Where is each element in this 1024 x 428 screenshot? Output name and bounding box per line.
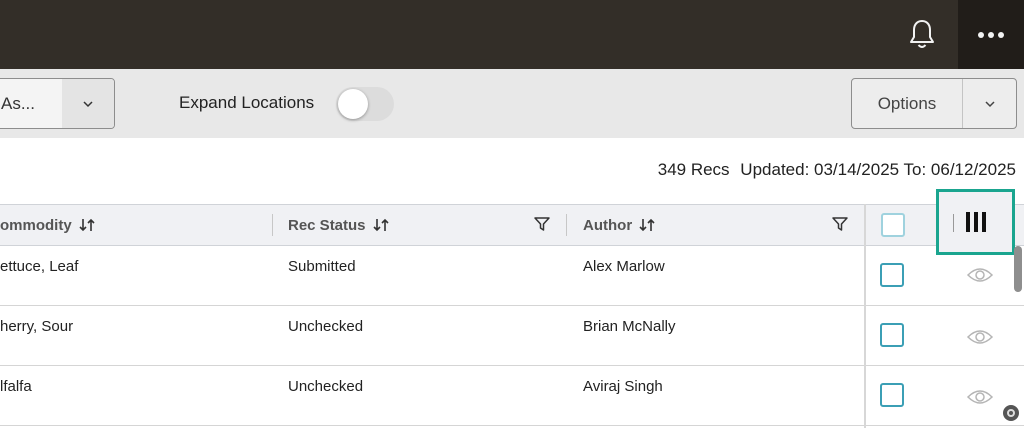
more-horizontal-icon bbox=[978, 31, 984, 38]
eye-icon[interactable] bbox=[966, 328, 994, 351]
column-header-label: Author bbox=[583, 216, 633, 234]
cell-rec-status: Unchecked bbox=[288, 318, 364, 335]
vertical-scrollbar[interactable] bbox=[1014, 246, 1022, 292]
cell-commodity: lfalfa bbox=[0, 378, 32, 395]
date-range: Updated: 03/14/2025 To: 06/12/2025 bbox=[740, 160, 1016, 179]
cell-rec-status: Submitted bbox=[288, 258, 356, 275]
toolbar: As... Expand Locations Options bbox=[0, 69, 1024, 138]
assistant-icon[interactable] bbox=[1003, 405, 1019, 421]
column-header-author[interactable]: Author bbox=[583, 205, 656, 245]
table-row[interactable]: lfalfa Unchecked Aviraj Singh bbox=[0, 366, 1024, 426]
column-header-commodity[interactable]: ommodity bbox=[0, 205, 96, 245]
pinned-column-divider bbox=[864, 204, 866, 428]
sort-icon[interactable] bbox=[638, 218, 656, 232]
chevron-down-icon[interactable] bbox=[62, 79, 114, 128]
cell-author: Brian McNally bbox=[583, 318, 676, 335]
cell-commodity: herry, Sour bbox=[0, 318, 74, 335]
eye-icon[interactable] bbox=[966, 266, 994, 289]
sort-icon[interactable] bbox=[372, 218, 390, 232]
column-header-label: Rec Status bbox=[288, 216, 366, 234]
row-checkbox[interactable] bbox=[880, 383, 904, 407]
grid-header: ommodity Rec Status Author bbox=[0, 204, 1024, 246]
cell-author: Alex Marlow bbox=[583, 258, 665, 275]
options-dropdown[interactable]: Options bbox=[851, 78, 1017, 129]
expand-locations-label: Expand Locations bbox=[179, 93, 315, 112]
cell-author: Aviraj Singh bbox=[583, 378, 663, 395]
top-bar bbox=[0, 0, 1024, 69]
cell-rec-status: Unchecked bbox=[288, 378, 364, 395]
more-menu-button[interactable] bbox=[958, 0, 1024, 69]
record-count: 349 Recs bbox=[657, 160, 730, 179]
record-summary: 349 Recs Updated: 03/14/2025 To: 06/12/2… bbox=[652, 160, 1016, 180]
expand-locations-toggle[interactable] bbox=[336, 87, 394, 121]
table-row[interactable]: herry, Sour Unchecked Brian McNally bbox=[0, 306, 1024, 366]
filter-icon[interactable] bbox=[832, 217, 848, 236]
column-chooser-button[interactable] bbox=[936, 189, 1015, 255]
column-separator bbox=[272, 214, 273, 236]
cell-commodity: ettuce, Leaf bbox=[0, 258, 79, 275]
select-all-checkbox[interactable] bbox=[881, 213, 905, 237]
bell-icon[interactable] bbox=[904, 16, 940, 52]
columns-icon bbox=[965, 212, 970, 232]
toggle-knob bbox=[338, 89, 368, 119]
table-row[interactable]: ettuce, Leaf Submitted Alex Marlow bbox=[0, 246, 1024, 306]
sort-icon[interactable] bbox=[78, 218, 96, 232]
column-header-label: ommodity bbox=[0, 216, 72, 234]
save-as-label: As... bbox=[1, 93, 36, 113]
save-as-dropdown[interactable]: As... bbox=[0, 78, 115, 129]
column-header-rec-status[interactable]: Rec Status bbox=[288, 205, 390, 245]
row-checkbox[interactable] bbox=[880, 263, 904, 287]
row-checkbox[interactable] bbox=[880, 323, 904, 347]
chevron-down-icon[interactable] bbox=[963, 79, 1016, 128]
options-label: Options bbox=[852, 79, 963, 128]
column-separator bbox=[566, 214, 567, 236]
eye-icon[interactable] bbox=[966, 388, 994, 411]
filter-icon[interactable] bbox=[534, 217, 550, 236]
